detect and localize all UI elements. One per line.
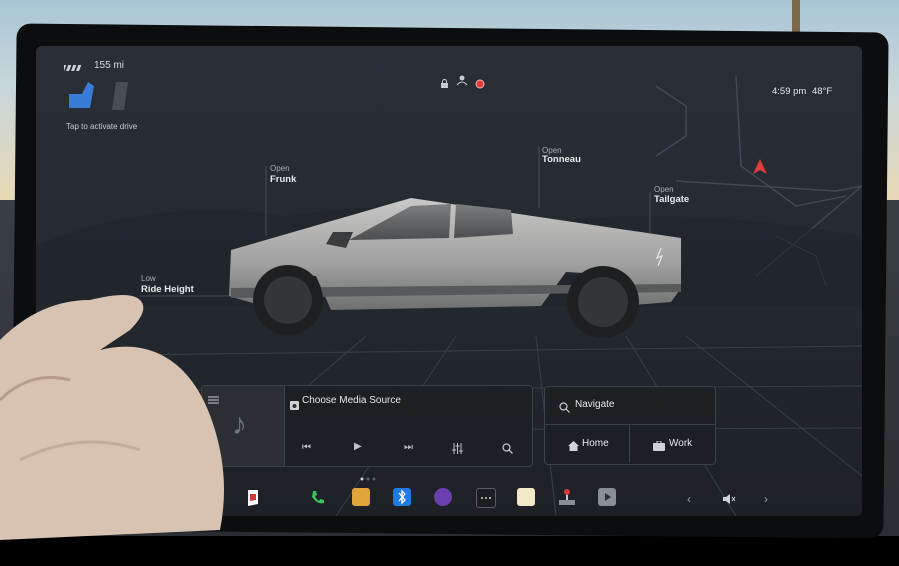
volume-icon[interactable] (722, 492, 736, 510)
drive-gray-icon[interactable] (110, 80, 130, 117)
frunk-button[interactable]: Frunk (270, 174, 296, 185)
app-launcher-icon[interactable] (434, 488, 452, 506)
vehicle-model[interactable] (221, 192, 691, 352)
equalizer-icon[interactable] (452, 441, 463, 459)
navigation-arrow-icon (753, 159, 767, 180)
home-button[interactable]: Home (545, 425, 630, 463)
letterbox-bar (0, 536, 899, 566)
navigation-card: Navigate Home Work (544, 386, 716, 465)
hand-photo-overlay (0, 295, 224, 540)
driver-profile-icon[interactable] (456, 73, 468, 91)
previous-track-icon[interactable]: ⏮ (302, 442, 311, 453)
drive-hint: Tap to activate drive (66, 122, 138, 131)
clock: 4:59 pm (772, 86, 807, 97)
toybox-icon[interactable] (352, 488, 370, 506)
frunk-state: Open (270, 164, 290, 173)
vehicle-app-icon[interactable] (246, 490, 260, 511)
phone-icon[interactable] (310, 490, 326, 511)
chevron-left-icon[interactable]: ‹ (687, 492, 691, 506)
battery-icon (61, 60, 90, 78)
bluetooth-icon[interactable] (393, 488, 411, 506)
media-player: ♪ Choose Media Source ⏮ ▶ ⏭ (201, 385, 533, 467)
navigate-label: Navigate (575, 399, 615, 410)
work-button[interactable]: Work (630, 425, 715, 463)
choose-media-source-button[interactable]: Choose Media Source (302, 395, 401, 406)
chevron-right-icon[interactable]: › (764, 492, 768, 506)
drive-blue-icon[interactable] (66, 80, 98, 115)
joystick-icon[interactable] (558, 488, 576, 511)
range-readout: 155 mi (94, 60, 125, 71)
next-track-icon[interactable]: ⏭ (404, 442, 413, 453)
outside-temperature: 48°F (812, 86, 833, 97)
recording-icon[interactable] (475, 76, 485, 94)
lock-icon (440, 75, 449, 93)
search-icon (559, 400, 570, 418)
navigate-search[interactable]: Navigate (545, 387, 715, 425)
play-icon[interactable]: ▶ (354, 441, 362, 452)
theater-icon[interactable] (598, 488, 616, 506)
more-icon[interactable] (476, 488, 496, 508)
home-icon (568, 438, 579, 456)
tonneau-button[interactable]: Tonneau (542, 154, 581, 165)
briefcase-icon (653, 438, 665, 456)
media-search-icon[interactable] (502, 441, 513, 459)
home-label: Home (582, 438, 609, 449)
media-source-icon (290, 397, 299, 415)
work-label: Work (669, 438, 693, 449)
notes-icon[interactable] (517, 488, 535, 506)
